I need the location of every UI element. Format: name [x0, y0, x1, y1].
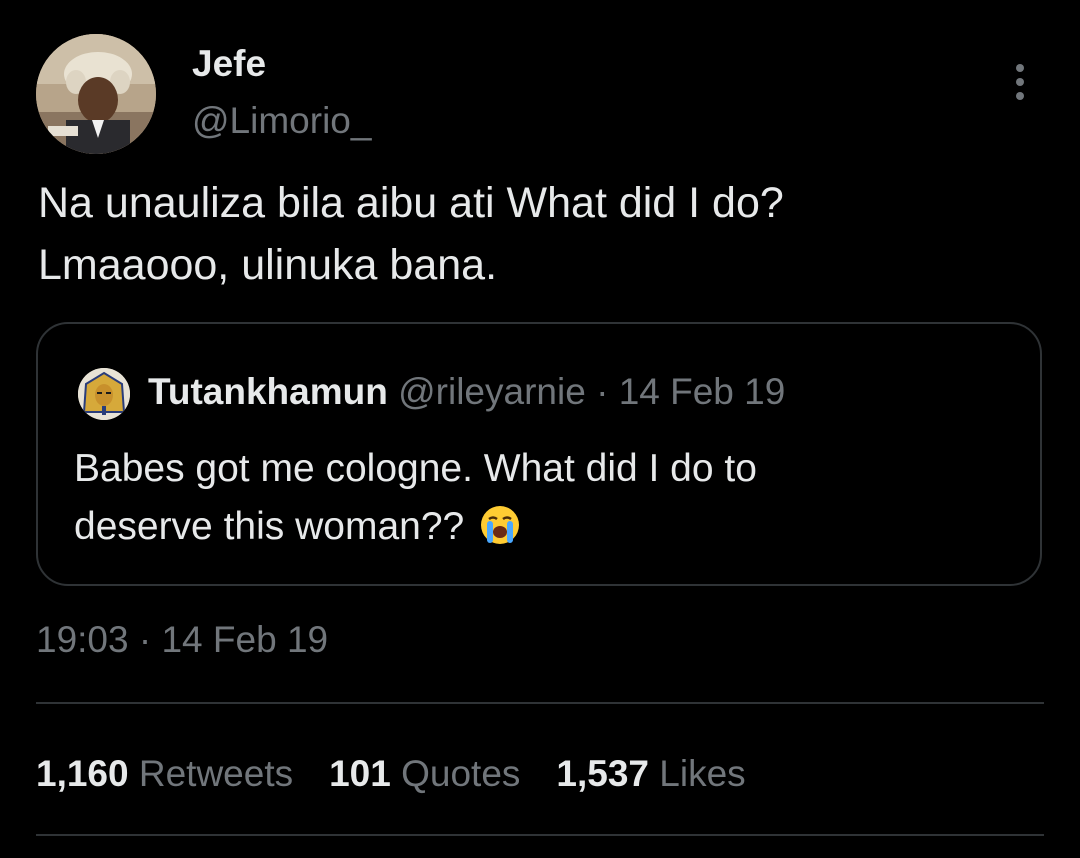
- quotes-label: Quotes: [401, 753, 521, 794]
- retweets-label: Retweets: [138, 753, 294, 794]
- avatar-photo: [36, 34, 156, 154]
- quoted-separator: ·: [596, 371, 609, 412]
- divider: [36, 834, 1044, 836]
- likes-stat[interactable]: 1,537 Likes: [556, 746, 745, 802]
- author-handle[interactable]: @Limorio_: [192, 97, 371, 145]
- loudly-crying-face-icon: [479, 504, 521, 546]
- more-options-button[interactable]: [996, 58, 1044, 106]
- tweet-text: Na unauliza bila aibu ati What did I do?…: [38, 172, 1048, 296]
- quoted-tweet-text: Babes got me cologne. What did I do to d…: [74, 440, 1014, 556]
- tweet-text-line: Na unauliza bila aibu ati What did I do?: [38, 179, 784, 227]
- author-avatar[interactable]: [36, 34, 156, 154]
- engagement-stats: 1,160 Retweets 101 Quotes 1,537 Likes: [36, 746, 746, 802]
- divider: [36, 702, 1044, 704]
- quoted-date: 14 Feb 19: [618, 371, 786, 412]
- quoted-text-line-2: deserve this woman??: [74, 498, 1014, 556]
- retweets-stat[interactable]: 1,160 Retweets: [36, 746, 293, 802]
- retweets-count: 1,160: [36, 753, 129, 794]
- quoted-tweet-header: Tutankhamun @rileyarnie · 14 Feb 19: [148, 366, 785, 418]
- tweet-text-line: Lmaaooo, ulinuka bana.: [38, 241, 498, 289]
- quoted-text-line-content: deserve this woman??: [74, 505, 476, 548]
- author-name[interactable]: Jefe: [192, 40, 266, 88]
- quoted-tweet-card[interactable]: Tutankhamun @rileyarnie · 14 Feb 19 Babe…: [36, 322, 1042, 586]
- quotes-stat[interactable]: 101 Quotes: [329, 746, 520, 802]
- more-icon-dot: [1016, 64, 1024, 72]
- more-icon-dot: [1016, 78, 1024, 86]
- quoted-author-avatar: [78, 368, 130, 420]
- likes-count: 1,537: [556, 753, 650, 794]
- tweet-detail: Jefe @Limorio_ Na unauliza bila aibu ati…: [0, 0, 1080, 858]
- quoted-text-line: Babes got me cologne. What did I do to: [74, 447, 757, 490]
- quoted-author-name: Tutankhamun: [148, 371, 388, 412]
- tweet-timestamp[interactable]: 19:03 · 14 Feb 19: [36, 614, 328, 666]
- quoted-author-handle: @rileyarnie: [398, 371, 586, 412]
- more-icon-dot: [1016, 92, 1024, 100]
- pharaoh-mask-icon: [78, 368, 130, 420]
- likes-label: Likes: [659, 753, 746, 794]
- quotes-count: 101: [329, 753, 391, 794]
